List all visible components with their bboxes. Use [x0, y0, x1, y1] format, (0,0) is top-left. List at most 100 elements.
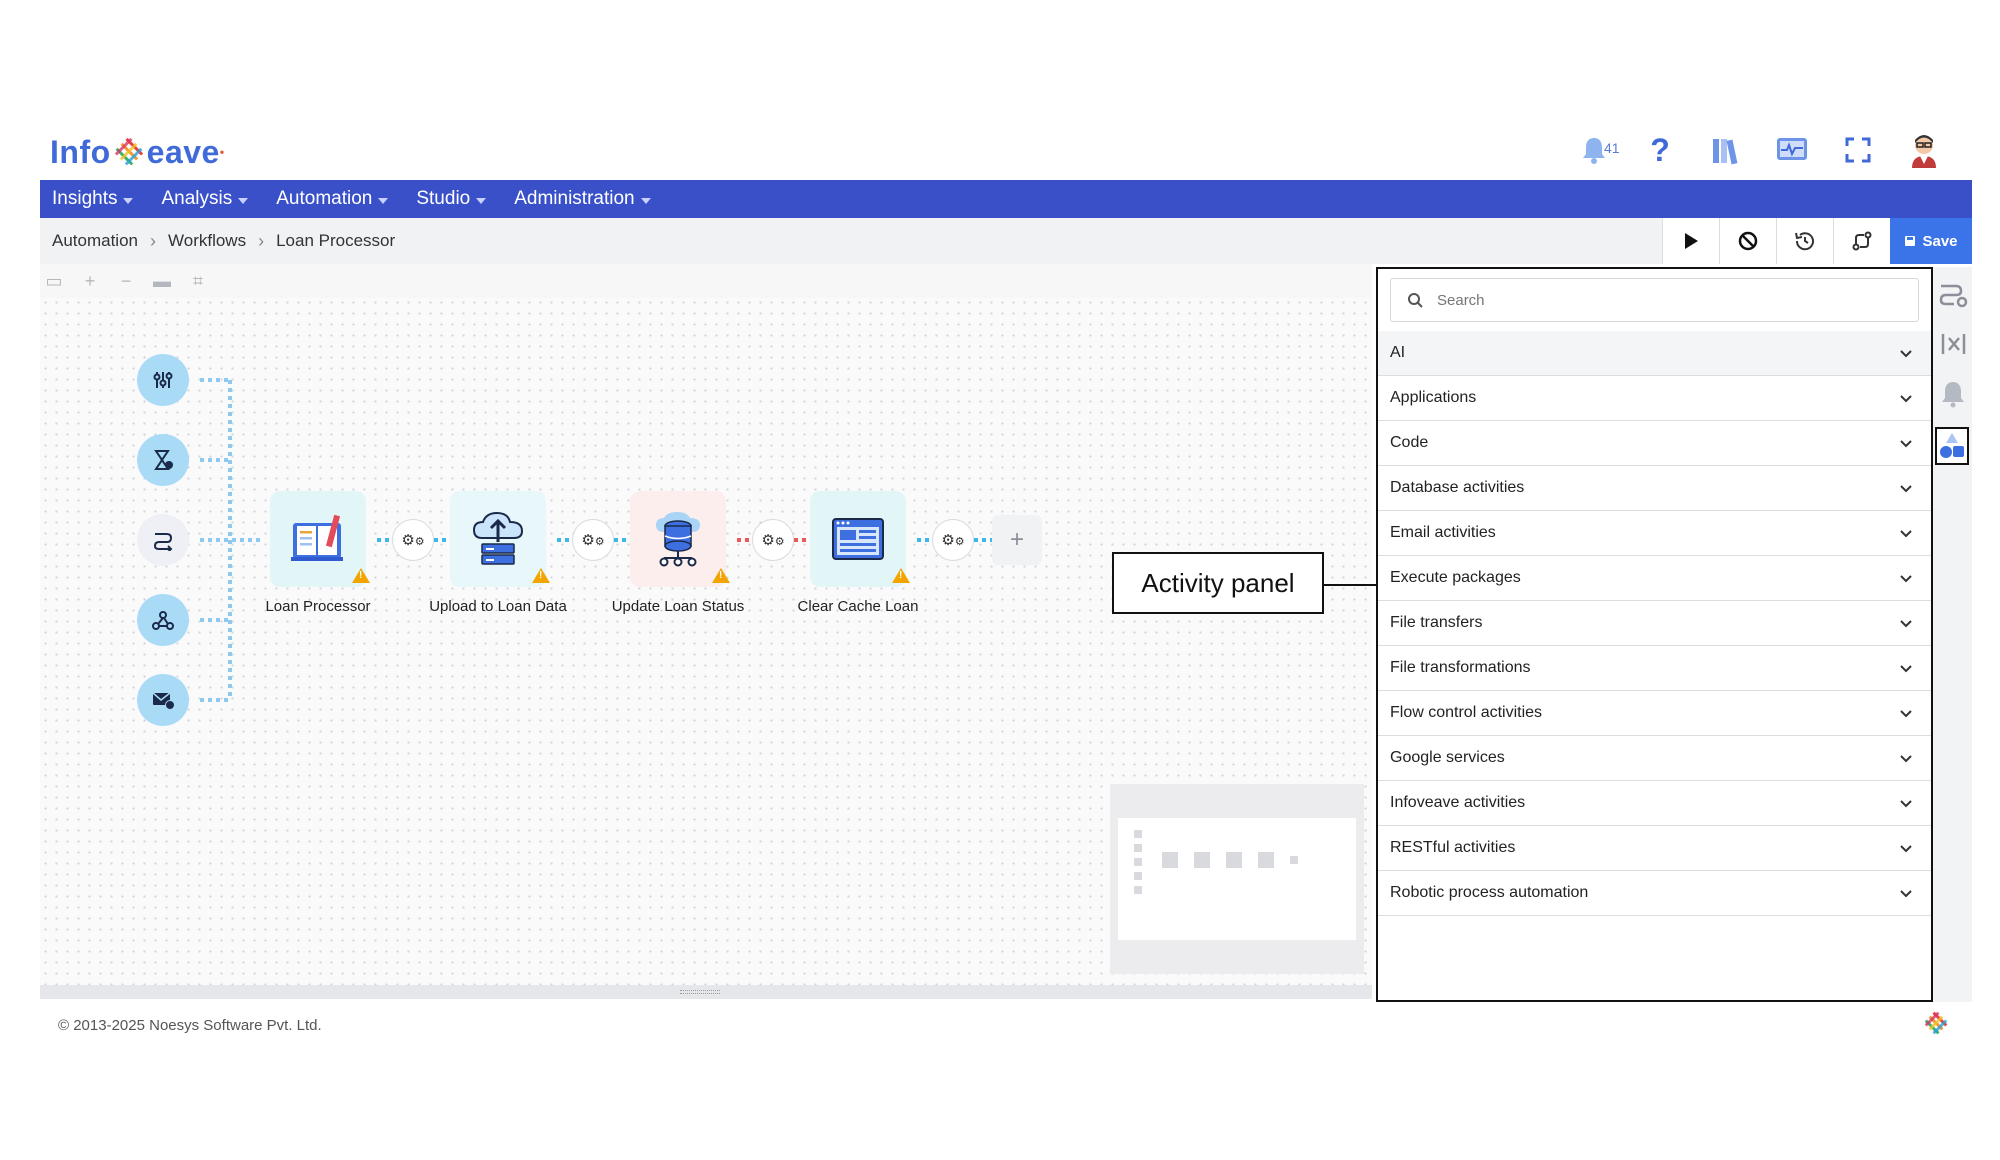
category-google-services[interactable]: Google services	[1378, 736, 1931, 781]
canvas-minimap[interactable]	[1110, 784, 1364, 974]
node-label: Clear Cache Loan	[797, 598, 919, 615]
add-step-button[interactable]: +	[992, 515, 1042, 565]
category-file-transfers[interactable]: File transfers	[1378, 601, 1931, 646]
user-avatar[interactable]	[1906, 132, 1942, 168]
category-label: RESTful activities	[1390, 839, 1516, 856]
zoom-in-icon[interactable]: +	[82, 271, 98, 291]
warning-icon	[532, 568, 550, 583]
nav-automation[interactable]: Automation	[276, 188, 389, 210]
search-input[interactable]	[1437, 291, 1877, 309]
node-update-loan-status[interactable]	[630, 491, 730, 587]
rail-close-button[interactable]	[1937, 327, 1969, 361]
activity-category-list: AI Applications Code Database activities…	[1378, 331, 1931, 916]
chevron-down-icon	[1900, 619, 1912, 627]
chevron-down-icon	[1900, 349, 1912, 357]
nav-label: Insights	[52, 188, 118, 209]
chevron-right-icon: ›	[258, 230, 265, 251]
breadcrumb-automation[interactable]: Automation	[52, 231, 138, 251]
top-header: Info eave • 41 ?	[40, 120, 1972, 180]
category-ai[interactable]: AI	[1378, 331, 1931, 376]
caret-down-icon	[238, 197, 249, 204]
step-settings-button[interactable]: ⚙⚙	[932, 519, 974, 561]
chevron-down-icon	[1900, 484, 1912, 492]
monitor-button[interactable]	[1774, 132, 1810, 168]
nav-administration[interactable]: Administration	[514, 188, 651, 210]
gears-icon: ⚙⚙	[941, 532, 965, 549]
node-upload-to-loan-data[interactable]	[450, 491, 550, 587]
category-infoveave-activities[interactable]: Infoveave activities	[1378, 781, 1931, 826]
history-icon	[1795, 232, 1814, 251]
node-clear-cache-loan[interactable]	[810, 491, 910, 587]
rail-activities-button[interactable]	[1935, 427, 1969, 465]
help-button[interactable]: ?	[1642, 132, 1678, 168]
category-file-transformations[interactable]: File transformations	[1378, 646, 1931, 691]
version-compare-button[interactable]	[1833, 218, 1890, 264]
avatar-icon	[1912, 135, 1936, 168]
workflow-canvas[interactable]: ▭ + − ▬ ⌗ ! Loan Processor ⚙⚙ ! Upload t…	[40, 264, 1372, 999]
nav-analysis[interactable]: Analysis	[161, 188, 249, 210]
category-execute-packages[interactable]: Execute packages	[1378, 556, 1931, 601]
step-settings-button[interactable]: ⚙⚙	[752, 519, 794, 561]
trigger-manual[interactable]	[137, 354, 189, 406]
fit-view-icon[interactable]: ▭	[46, 271, 63, 291]
trigger-webhook[interactable]	[137, 594, 189, 646]
stop-circle-icon	[1738, 231, 1758, 251]
trigger-route[interactable]	[137, 514, 189, 566]
notifications-button[interactable]: 41	[1576, 132, 1620, 168]
notification-count: 41	[1604, 140, 1620, 156]
step-settings-button[interactable]: ⚙⚙	[392, 519, 434, 561]
chevron-down-icon	[1900, 574, 1912, 582]
breadcrumb: Automation › Workflows › Loan Processor	[52, 218, 395, 264]
close-icon	[1941, 334, 1966, 354]
canvas-resize-bar[interactable]	[40, 985, 1372, 999]
category-email-activities[interactable]: Email activities	[1378, 511, 1931, 556]
rail-flow-button[interactable]	[1937, 277, 1969, 311]
route-icon	[153, 533, 173, 551]
category-label: AI	[1390, 344, 1406, 361]
stop-button[interactable]	[1719, 218, 1776, 264]
canvas-toolbar: ▭ + − ▬ ⌗	[40, 264, 1372, 298]
category-code[interactable]: Code	[1378, 421, 1931, 466]
category-database-activities[interactable]: Database activities	[1378, 466, 1931, 511]
annotation-arrow-line	[1324, 584, 1382, 586]
nav-studio[interactable]: Studio	[416, 188, 487, 210]
question-icon: ?	[1650, 131, 1670, 168]
history-button[interactable]	[1776, 218, 1833, 264]
library-button[interactable]	[1708, 132, 1744, 168]
chevron-right-icon: ›	[150, 230, 156, 251]
warning-icon	[712, 568, 730, 583]
warning-icon	[352, 568, 370, 583]
save-button[interactable]: Save	[1890, 218, 1972, 264]
activity-search[interactable]	[1390, 278, 1919, 322]
category-label: Flow control activities	[1390, 704, 1543, 721]
category-flow-control-activities[interactable]: Flow control activities	[1378, 691, 1931, 736]
category-label: Email activities	[1390, 524, 1496, 541]
step-settings-button[interactable]: ⚙⚙	[572, 519, 614, 561]
plus-icon: +	[1009, 526, 1024, 553]
database-network-icon	[656, 512, 700, 567]
fullscreen-icon	[1845, 137, 1871, 163]
infoveave-logo[interactable]: Info eave •	[50, 130, 225, 174]
zoom-out-icon[interactable]: −	[118, 271, 134, 291]
breadcrumb-current: Loan Processor	[276, 231, 396, 250]
rail-notifications-button[interactable]	[1937, 377, 1969, 411]
caret-down-icon	[378, 197, 389, 204]
gears-icon: ⚙⚙	[761, 532, 785, 549]
nav-insights[interactable]: Insights	[52, 188, 134, 210]
trigger-schedule[interactable]	[137, 434, 189, 486]
category-label: Database activities	[1390, 479, 1525, 496]
breadcrumb-workflows[interactable]: Workflows	[168, 231, 246, 251]
category-restful-activities[interactable]: RESTful activities	[1378, 826, 1931, 871]
fullscreen-button[interactable]	[1840, 132, 1876, 168]
trigger-email[interactable]	[137, 674, 189, 726]
auto-layout-icon[interactable]: ⌗	[190, 271, 206, 291]
run-button[interactable]	[1662, 218, 1719, 264]
caret-down-icon	[640, 197, 651, 204]
category-robotic-process-automation[interactable]: Robotic process automation	[1378, 871, 1931, 916]
category-applications[interactable]: Applications	[1378, 376, 1931, 421]
node-loan-processor[interactable]	[270, 491, 370, 587]
minimap-toggle-icon[interactable]: ▬	[153, 271, 171, 291]
save-label: Save	[1922, 232, 1958, 250]
category-label: Google services	[1390, 749, 1505, 766]
book-pen-icon	[291, 514, 343, 561]
